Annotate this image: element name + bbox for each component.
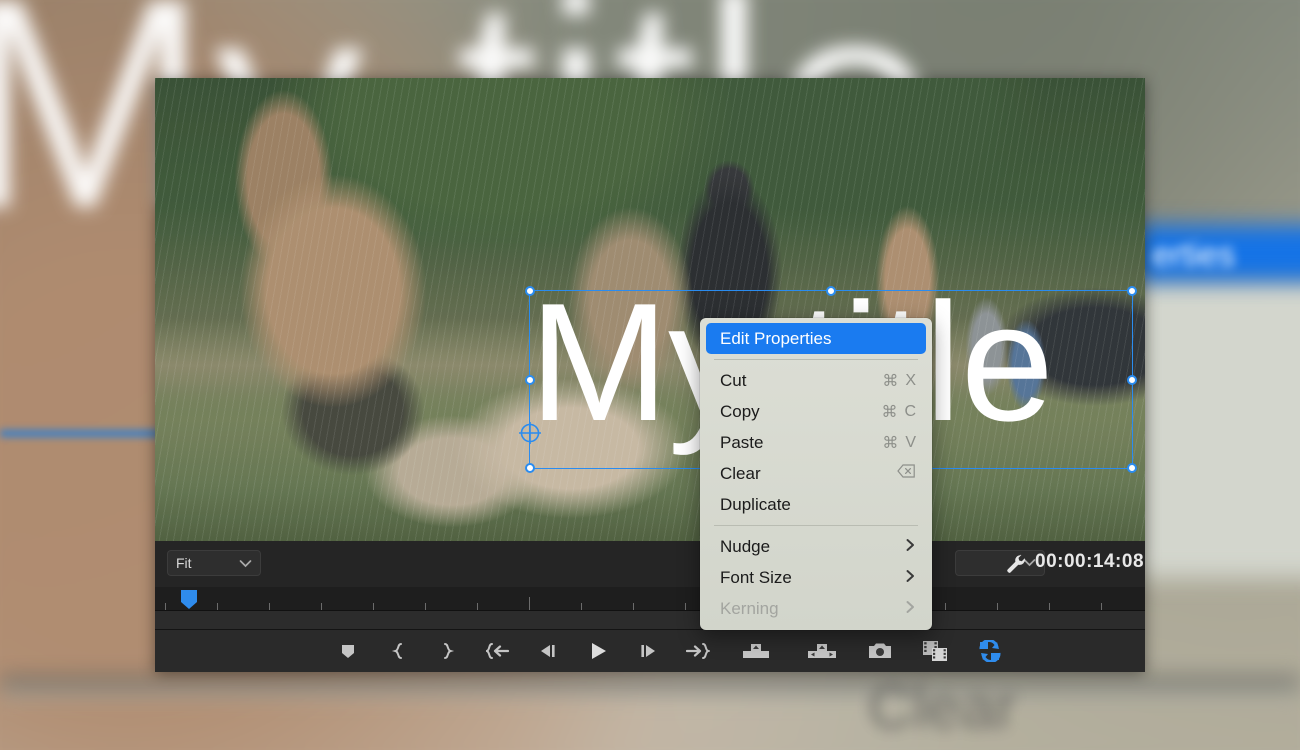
chevron-right-icon [905, 569, 916, 587]
menu-item-clear[interactable]: Clear [700, 458, 932, 489]
menu-separator [714, 525, 918, 526]
menu-item-copy[interactable]: Copy ⌘ C [700, 396, 932, 427]
video-viewer[interactable]: My title [155, 78, 1145, 541]
go-to-start-icon [486, 641, 510, 661]
tool-mode-select[interactable] [955, 550, 1045, 576]
command-key-icon: ⌘ [882, 372, 899, 390]
timecode-display[interactable]: 00:00:14:08 [1035, 551, 1144, 573]
chevron-right-icon [905, 538, 916, 556]
menu-item-nudge[interactable]: Nudge [700, 531, 932, 562]
go-to-end-button[interactable] [673, 630, 723, 673]
shortcut-key: X [905, 371, 916, 389]
snapshot-button[interactable] [855, 630, 905, 673]
viewer-toolbar: Fit 00:00:14:08 [155, 541, 1145, 587]
export-still-button[interactable] [905, 630, 965, 673]
playhead-marker-icon[interactable] [178, 589, 200, 611]
mark-in-icon [388, 641, 408, 661]
menu-item-label: Paste [720, 432, 764, 452]
menu-item-kerning: Kerning [700, 593, 932, 624]
chevron-right-icon [905, 600, 916, 618]
menu-item-duplicate[interactable]: Duplicate [700, 489, 932, 520]
command-key-icon: ⌘ [881, 403, 898, 421]
mark-out-button[interactable] [423, 630, 473, 673]
menu-item-cut[interactable]: Cut ⌘ X [700, 365, 932, 396]
menu-item-label: Duplicate [720, 494, 791, 514]
overwrite-clip-button[interactable] [789, 630, 855, 673]
menu-item-edit-properties[interactable]: Edit Properties [706, 323, 926, 354]
menu-item-label: Cut [720, 370, 747, 390]
play-icon [587, 640, 609, 662]
background-menu-panel [1134, 278, 1300, 578]
menu-item-label: Kerning [720, 598, 779, 618]
menu-item-label: Edit Properties [720, 328, 832, 348]
delete-key-icon [897, 464, 916, 483]
add-marker-button[interactable] [323, 630, 373, 673]
menu-item-shortcut: ⌘ X [882, 371, 916, 391]
command-key-icon: ⌘ [882, 434, 899, 452]
insert-clip-button[interactable] [723, 630, 789, 673]
step-forward-icon [637, 641, 659, 661]
menu-item-label: Copy [720, 401, 760, 421]
timeline-track-strip[interactable] [155, 610, 1145, 629]
go-to-start-button[interactable] [473, 630, 523, 673]
go-to-end-icon [686, 641, 710, 661]
step-back-icon [537, 641, 559, 661]
insert-clip-icon [742, 641, 770, 661]
zoom-level-label: Fit [176, 555, 192, 571]
background-blue-bar [0, 430, 160, 437]
step-back-button[interactable] [523, 630, 573, 673]
ruler-tick [529, 597, 530, 611]
menu-item-label: Font Size [720, 567, 792, 587]
camera-icon [867, 641, 893, 661]
menu-item-shortcut: ⌘ C [881, 402, 916, 422]
dynamic-trim-icon [978, 640, 1002, 662]
play-button[interactable] [573, 630, 623, 673]
menu-item-shortcut: ⌘ V [882, 433, 916, 453]
mark-in-button[interactable] [373, 630, 423, 673]
wrench-icon[interactable] [1005, 553, 1027, 580]
menu-item-label: Clear [720, 463, 761, 483]
menu-item-label: Nudge [720, 536, 771, 556]
zoom-level-select[interactable]: Fit [167, 550, 261, 576]
filmstrip-icon [922, 640, 948, 662]
transport-toolbar [155, 629, 1145, 672]
shortcut-key: V [905, 433, 916, 451]
menu-separator [714, 359, 918, 360]
dynamic-trim-button[interactable] [965, 630, 1015, 673]
menu-item-paste[interactable]: Paste ⌘ V [700, 427, 932, 458]
menu-item-font-size[interactable]: Font Size [700, 562, 932, 593]
menu-item-shortcut [897, 464, 916, 483]
background-dark-strip [0, 676, 1300, 698]
marker-icon [338, 641, 358, 661]
background-clear-text: Clear [868, 673, 1017, 742]
shortcut-key: C [904, 402, 916, 420]
background-menu-highlight-text: erties [1152, 236, 1236, 274]
chevron-down-icon [239, 555, 252, 571]
mark-out-icon [438, 641, 458, 661]
video-editor-window: My title Fit [155, 78, 1145, 672]
step-forward-button[interactable] [623, 630, 673, 673]
context-menu[interactable]: Edit Properties Cut ⌘ X Copy ⌘ C Paste ⌘ V Clear Du… [700, 318, 932, 630]
overwrite-clip-icon [807, 641, 837, 661]
